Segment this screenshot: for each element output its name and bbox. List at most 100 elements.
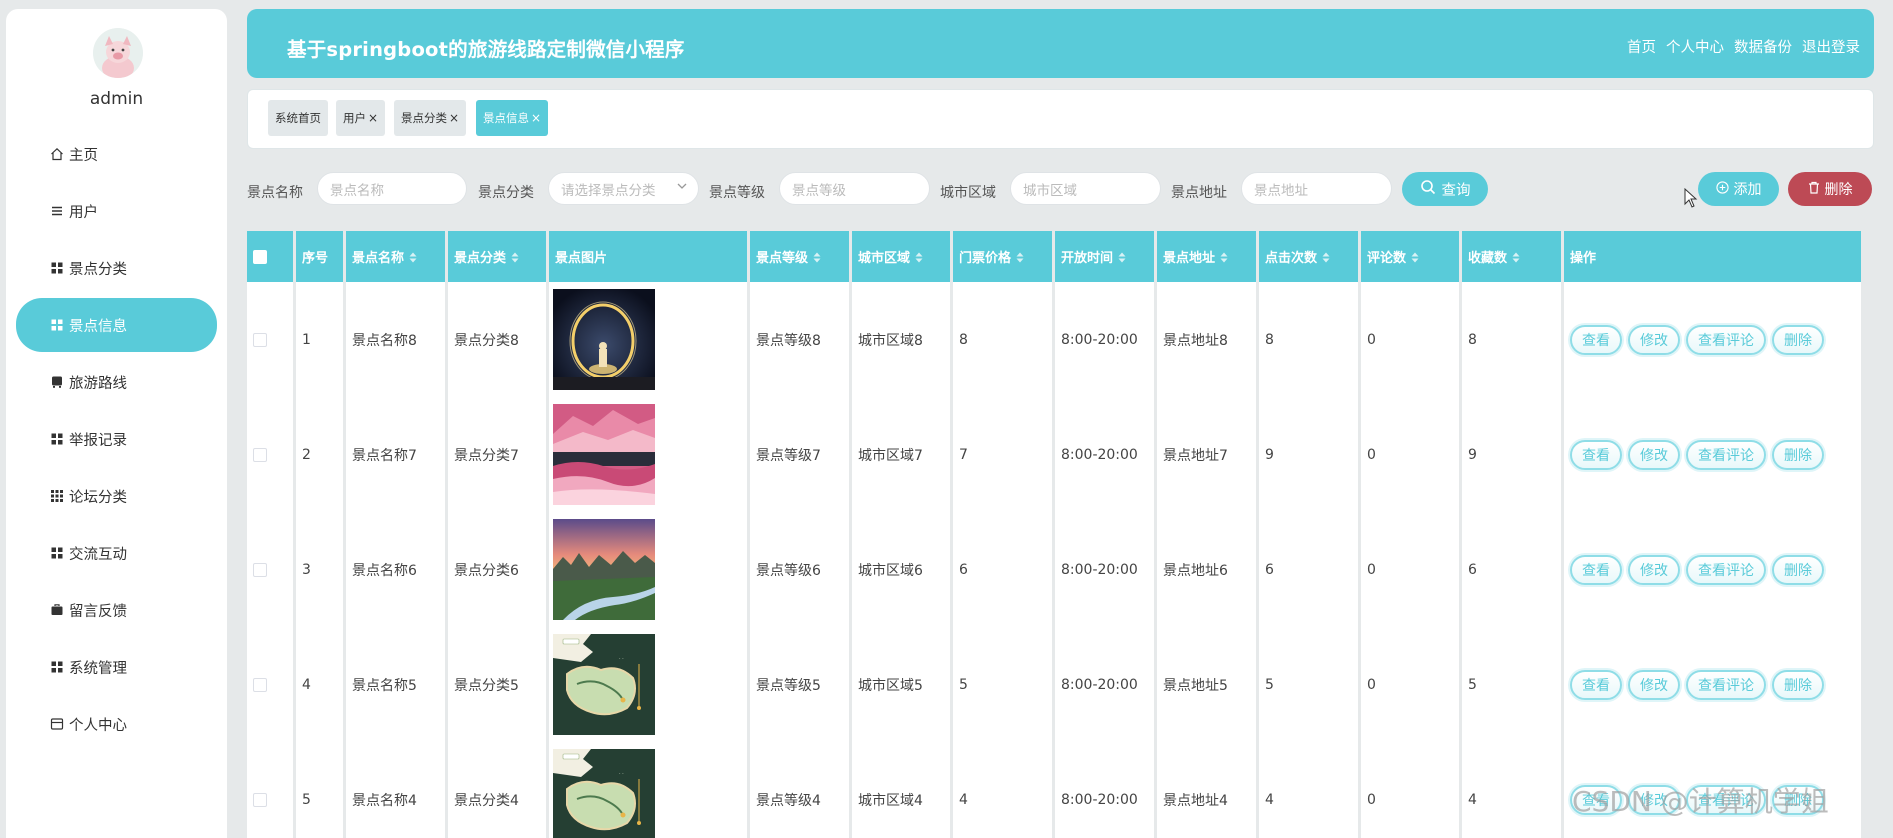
cell-district: 城市区域8: [852, 282, 950, 397]
edit-button[interactable]: 修改: [1628, 669, 1680, 700]
sidebar-item-4[interactable]: 旅游路线: [16, 355, 217, 409]
view-button[interactable]: 查看: [1570, 554, 1622, 585]
avatar[interactable]: [93, 28, 143, 78]
sidebar-item-6[interactable]: 论坛分类: [16, 469, 217, 523]
column-header[interactable]: 景点分类: [448, 231, 546, 282]
tab-attractions[interactable]: 景点信息 ×: [476, 100, 549, 136]
sidebar-item-10[interactable]: 个人中心: [16, 697, 217, 751]
add-button[interactable]: 添加: [1698, 172, 1779, 206]
sidebar-item-3[interactable]: 景点信息: [16, 298, 217, 352]
column-header[interactable]: 收藏数: [1462, 231, 1561, 282]
delete-row-button[interactable]: 删除: [1772, 554, 1824, 585]
delete-row-button[interactable]: 删除: [1772, 439, 1824, 470]
category-select[interactable]: 请选择景点分类: [548, 172, 699, 205]
row-select-cell[interactable]: [247, 282, 293, 397]
delete-row-button[interactable]: 删除: [1772, 669, 1824, 700]
row-checkbox[interactable]: [253, 562, 267, 577]
column-header[interactable]: 门票价格: [953, 231, 1052, 282]
column-header-label: 序号: [302, 251, 329, 266]
top-link-logout[interactable]: 退出登录: [1802, 36, 1860, 57]
sidebar-item-1[interactable]: 用户: [16, 184, 217, 238]
row-select-cell[interactable]: [247, 397, 293, 512]
column-header[interactable]: 城市区域: [852, 231, 950, 282]
attraction-image[interactable]: [549, 512, 747, 627]
edit-button[interactable]: 修改: [1628, 554, 1680, 585]
top-link-profile[interactable]: 个人中心: [1666, 36, 1724, 57]
view-button[interactable]: 查看: [1570, 669, 1622, 700]
add-label: 添加: [1733, 182, 1762, 198]
column-header[interactable]: 开放时间: [1055, 231, 1154, 282]
top-link-backup[interactable]: 数据备份: [1734, 36, 1792, 57]
close-icon[interactable]: ×: [368, 111, 378, 125]
sort-icon[interactable]: [409, 252, 417, 266]
column-header[interactable]: 点击次数: [1259, 231, 1358, 282]
sidebar-item-8[interactable]: 留言反馈: [16, 583, 217, 637]
column-header[interactable]: 景点名称: [346, 231, 445, 282]
tab-users[interactable]: 用户 ×: [336, 100, 386, 136]
column-header[interactable]: 景点等级: [750, 231, 849, 282]
column-header-label: 城市区域: [858, 251, 911, 266]
attraction-image[interactable]: · ·: [549, 627, 747, 742]
level-input[interactable]: 景点等级: [779, 172, 930, 205]
column-header-label: 景点名称: [352, 251, 405, 266]
cell-favorites: 5: [1462, 627, 1561, 742]
grid-icon: [49, 317, 65, 333]
delete-row-button[interactable]: 删除: [1772, 324, 1824, 355]
edit-button[interactable]: 修改: [1628, 439, 1680, 470]
close-icon[interactable]: ×: [531, 111, 541, 125]
sidebar-item-9[interactable]: 系统管理: [16, 640, 217, 694]
select-all-checkbox[interactable]: [253, 249, 267, 264]
sidebar-item-0[interactable]: 主页: [16, 127, 217, 181]
sort-icon[interactable]: [1411, 252, 1419, 266]
row-checkbox[interactable]: [253, 792, 267, 807]
column-header[interactable]: 景点地址: [1157, 231, 1256, 282]
attraction-image[interactable]: [549, 282, 747, 397]
address-input[interactable]: 景点地址: [1241, 172, 1392, 205]
top-link-home[interactable]: 首页: [1627, 36, 1656, 57]
name-input[interactable]: 景点名称: [317, 172, 467, 205]
view-comments-button[interactable]: 查看评论: [1686, 439, 1766, 470]
sidebar-item-2[interactable]: 景点分类: [16, 241, 217, 295]
sort-icon[interactable]: [813, 252, 821, 266]
briefcase-icon: [49, 602, 65, 618]
district-input[interactable]: 城市区域: [1010, 172, 1161, 205]
row-checkbox[interactable]: [253, 332, 267, 347]
sort-icon[interactable]: [1118, 252, 1126, 266]
column-header[interactable]: 评论数: [1361, 231, 1459, 282]
svg-text:· ·: · ·: [619, 656, 624, 662]
cell-comments: 0: [1361, 742, 1459, 838]
header-select-all[interactable]: [247, 231, 293, 282]
query-button[interactable]: 查询: [1402, 172, 1488, 206]
attraction-image[interactable]: [549, 397, 747, 512]
cell-name: 景点名称7: [346, 397, 445, 512]
sort-icon[interactable]: [1220, 252, 1228, 266]
sort-icon[interactable]: [511, 252, 519, 266]
view-comments-button[interactable]: 查看评论: [1686, 324, 1766, 355]
delete-button[interactable]: 删除: [1788, 172, 1872, 206]
close-icon[interactable]: ×: [449, 111, 459, 125]
row-checkbox[interactable]: [253, 677, 267, 692]
view-button[interactable]: 查看: [1570, 439, 1622, 470]
search-bar: 景点名称 景点名称 景点分类 请选择景点分类 景点等级 景点等级 城市区域 城市…: [247, 172, 1874, 208]
tab-category[interactable]: 景点分类 ×: [394, 100, 467, 136]
sort-icon[interactable]: [1016, 252, 1024, 266]
cell-hours: 8:00-20:00: [1055, 627, 1154, 742]
edit-button[interactable]: 修改: [1628, 324, 1680, 355]
view-comments-button[interactable]: 查看评论: [1686, 554, 1766, 585]
sidebar-item-5[interactable]: 举报记录: [16, 412, 217, 466]
row-select-cell[interactable]: [247, 742, 293, 838]
view-comments-button[interactable]: 查看评论: [1686, 669, 1766, 700]
cell-level: 景点等级8: [750, 282, 849, 397]
attraction-image[interactable]: · ·: [549, 742, 747, 838]
sidebar-item-7[interactable]: 交流互动: [16, 526, 217, 580]
row-checkbox[interactable]: [253, 447, 267, 462]
tab-home[interactable]: 系统首页: [268, 100, 328, 136]
cell-district: 城市区域5: [852, 627, 950, 742]
row-select-cell[interactable]: [247, 627, 293, 742]
sort-icon[interactable]: [1512, 252, 1520, 266]
row-select-cell[interactable]: [247, 512, 293, 627]
sort-icon[interactable]: [1322, 252, 1330, 266]
view-button[interactable]: 查看: [1570, 324, 1622, 355]
sidebar-item-label: 用户: [69, 204, 98, 221]
sort-icon[interactable]: [915, 252, 923, 266]
